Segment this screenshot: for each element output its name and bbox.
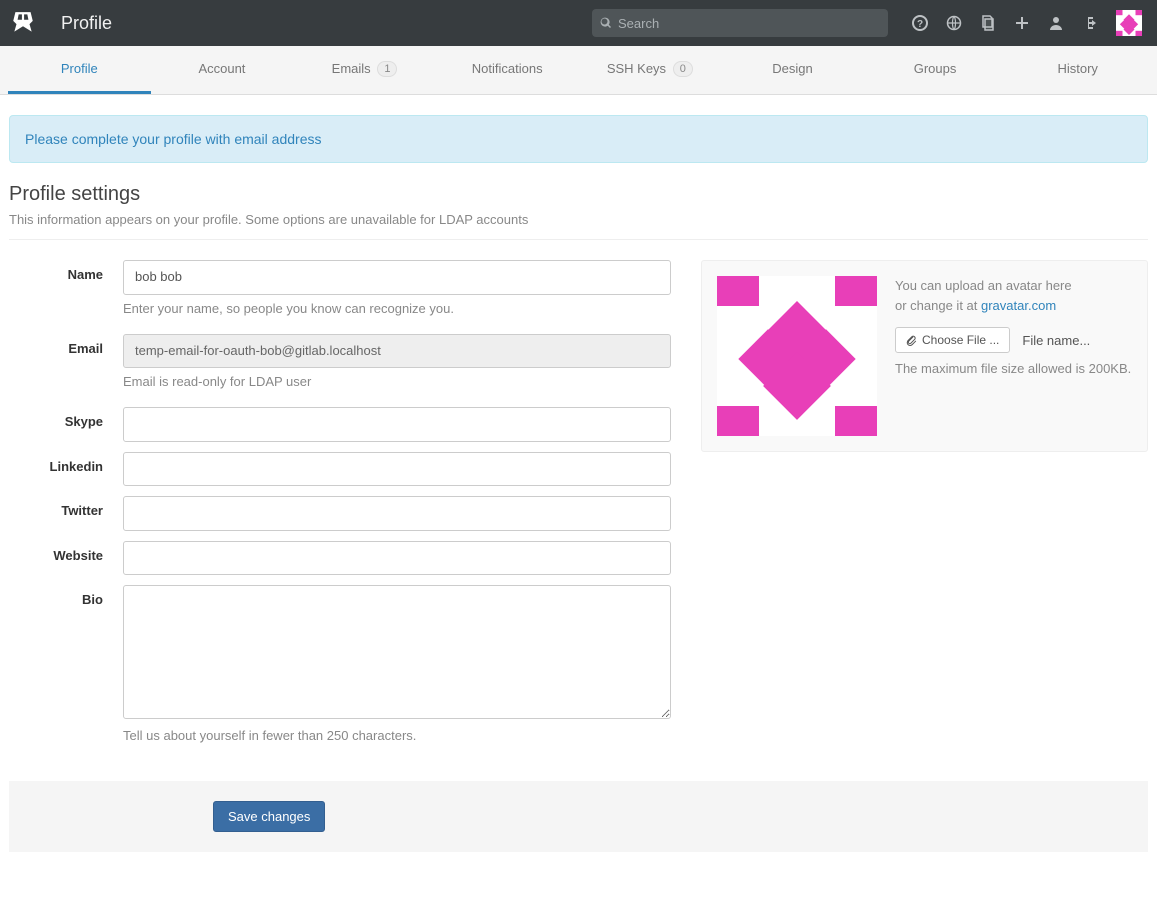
user-avatar-small[interactable] (1116, 10, 1142, 36)
skype-input[interactable] (123, 407, 671, 442)
email-input (123, 334, 671, 369)
twitter-input[interactable] (123, 496, 671, 531)
bio-label: Bio (9, 585, 123, 607)
plus-icon (1014, 15, 1030, 31)
avatar-gravatar-hint: or change it at gravatar.com (895, 296, 1131, 316)
tab-account[interactable]: Account (151, 46, 294, 94)
snippets-link[interactable] (972, 9, 1004, 37)
name-help: Enter your name, so people you know can … (123, 301, 671, 316)
avatar-panel: You can upload an avatar here or change … (701, 260, 1148, 452)
bio-help: Tell us about yourself in fewer than 250… (123, 728, 671, 743)
profile-link[interactable] (1040, 9, 1072, 37)
tab-label: Emails (332, 61, 371, 76)
form-actions: Save changes (9, 781, 1148, 852)
linkedin-input[interactable] (123, 452, 671, 487)
gravatar-link[interactable]: gravatar.com (981, 298, 1056, 313)
user-avatar-large (717, 276, 877, 436)
email-help: Email is read-only for LDAP user (123, 374, 671, 389)
user-icon (1048, 15, 1064, 31)
tab-badge: 0 (673, 61, 693, 77)
twitter-label: Twitter (9, 496, 123, 518)
help-icon: ? (912, 15, 928, 31)
settings-tabs: Profile Account Emails 1 Notifications S… (0, 46, 1157, 95)
tab-label: SSH Keys (607, 61, 666, 76)
page-title: Profile settings (9, 183, 1148, 206)
page-header-title: Profile (61, 13, 112, 34)
tab-label: Account (198, 61, 245, 76)
tab-emails[interactable]: Emails 1 (293, 46, 436, 94)
logo-link[interactable] (0, 0, 46, 46)
explore-link[interactable] (938, 9, 970, 37)
name-input[interactable] (123, 260, 671, 295)
gitlab-fox-icon (10, 10, 36, 36)
skype-label: Skype (9, 407, 123, 429)
tab-design[interactable]: Design (721, 46, 864, 94)
tab-label: Notifications (472, 61, 543, 76)
search-input[interactable] (618, 16, 880, 31)
save-button[interactable]: Save changes (213, 801, 325, 832)
new-link[interactable] (1006, 9, 1038, 37)
help-link[interactable]: ? (904, 9, 936, 37)
header-icons: ? (904, 9, 1106, 37)
email-label: Email (9, 334, 123, 356)
signout-link[interactable] (1074, 9, 1106, 37)
choose-file-button[interactable]: Choose File ... (895, 327, 1010, 353)
tab-label: History (1057, 61, 1097, 76)
search-icon (600, 17, 612, 29)
max-size-hint: The maximum file size allowed is 200KB. (895, 359, 1131, 379)
paperclip-icon (906, 335, 917, 346)
tab-profile[interactable]: Profile (8, 46, 151, 94)
tab-notifications[interactable]: Notifications (436, 46, 579, 94)
page-subtitle: This information appears on your profile… (9, 212, 1148, 227)
linkedin-label: Linkedin (9, 452, 123, 474)
name-label: Name (9, 260, 123, 282)
tab-label: Groups (914, 61, 957, 76)
tab-history[interactable]: History (1006, 46, 1149, 94)
tab-badge: 1 (377, 61, 397, 77)
tab-label: Design (772, 61, 812, 76)
gravatar-prefix: or change it at (895, 298, 981, 313)
file-name-display: File name... (1022, 333, 1090, 348)
tab-label: Profile (61, 61, 98, 76)
divider (9, 239, 1148, 240)
files-icon (980, 15, 996, 31)
website-input[interactable] (123, 541, 671, 576)
alert-text: Please complete your profile with email … (25, 131, 321, 147)
profile-incomplete-alert: Please complete your profile with email … (9, 115, 1148, 163)
svg-text:?: ? (917, 19, 923, 30)
search-box[interactable] (592, 9, 888, 37)
avatar-upload-hint: You can upload an avatar here (895, 276, 1131, 296)
choose-file-label: Choose File ... (922, 333, 999, 347)
tab-groups[interactable]: Groups (864, 46, 1007, 94)
bio-textarea[interactable] (123, 585, 671, 719)
top-header: Profile ? (0, 0, 1157, 46)
signout-icon (1082, 15, 1098, 31)
website-label: Website (9, 541, 123, 563)
tab-ssh-keys[interactable]: SSH Keys 0 (579, 46, 722, 94)
globe-icon (946, 15, 962, 31)
